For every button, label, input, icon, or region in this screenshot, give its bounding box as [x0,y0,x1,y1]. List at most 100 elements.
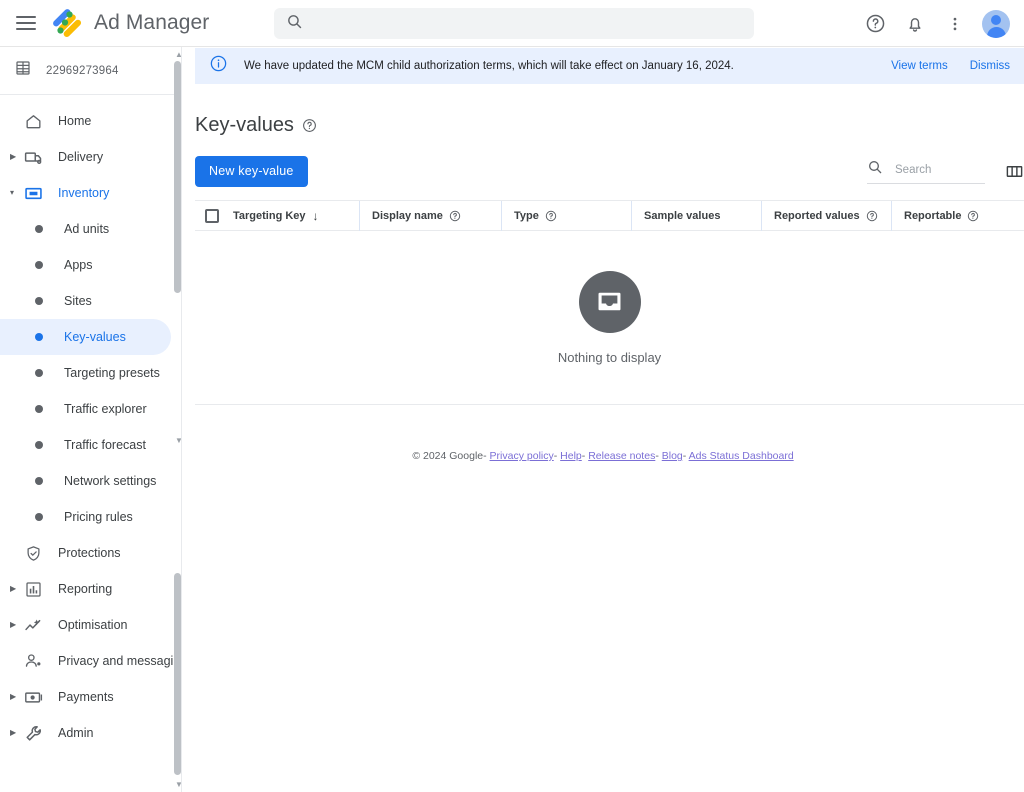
sidebar-item-pricing-rules[interactable]: Pricing rules [0,499,171,535]
user-avatar-icon[interactable] [982,9,1010,38]
sidebar-item-label: Inventory [58,186,110,200]
page-title: Key-values [195,114,294,136]
chevron-right-icon[interactable]: ▶ [10,153,20,161]
sidebar-item-label: Delivery [58,150,104,164]
account-id-label: 22969273964 [46,64,119,77]
inbox-icon [578,270,641,333]
sidebar-item-privacy-and-messaging[interactable]: Privacy and messaging [0,643,181,679]
dot-icon [28,362,50,384]
sidebar-item-payments[interactable]: ▶ Payments [0,679,171,715]
footer-link-blog[interactable]: Blog [662,450,683,462]
top-bar-actions [860,0,1010,47]
sidebar-item-label: Home [58,114,92,128]
copyright-text: © 2024 Google [412,450,484,462]
page-scrollbar-thumb[interactable] [174,573,181,775]
table-search-input[interactable] [893,162,979,177]
columns-icon[interactable] [1005,162,1024,181]
sidebar-item-sites[interactable]: Sites [0,283,171,319]
sidebar-item-optimisation[interactable]: ▶ Optimisation [0,607,171,643]
sidebar-item-targeting-presets[interactable]: Targeting presets [0,355,171,391]
scroll-down-arrow-icon[interactable]: ▼ [175,437,181,445]
help-circle-icon[interactable] [866,210,878,222]
footer-link-ads-status-dashboard[interactable]: Ads Status Dashboard [689,450,794,462]
help-circle-icon[interactable] [967,210,979,222]
truck-icon [22,146,44,168]
help-icon[interactable] [860,9,890,39]
sort-descending-icon[interactable]: ↓ [313,210,319,222]
sidebar-item-label: Apps [64,258,93,272]
ad-manager-logo-icon [50,6,84,40]
select-all-checkbox[interactable] [205,208,219,223]
sidebar-item-key-values[interactable]: Key-values [0,319,171,355]
bell-icon[interactable] [900,9,930,39]
dot-icon [28,506,50,528]
account-selector[interactable]: 22969273964 [0,47,181,95]
dot-icon [28,290,50,312]
table-header-display-name[interactable]: Display name [359,200,501,231]
column-label: Reported values [774,209,860,222]
footer-link-help[interactable]: Help [560,450,582,462]
sidebar-item-traffic-forecast[interactable]: Traffic forecast [0,427,171,463]
help-circle-icon[interactable] [302,118,317,133]
banner-message: We have updated the MCM child authorizat… [244,60,734,72]
column-label: Targeting Key [233,209,306,222]
sidebar-item-ad-units[interactable]: Ad units [0,211,171,247]
table-search-box[interactable] [867,158,985,184]
home-icon [22,110,44,132]
dot-icon [28,326,50,348]
chevron-right-icon[interactable]: ▶ [10,621,20,629]
sidebar-item-protections[interactable]: Protections [0,535,171,571]
chevron-right-icon[interactable]: ▶ [10,729,20,737]
sidebar-scrollbar-thumb[interactable] [174,61,181,293]
dismiss-banner-button[interactable]: Dismiss [970,60,1010,72]
main-content: We have updated the MCM child authorizat… [182,47,1024,792]
table-header-reported-values[interactable]: Reported values [761,200,891,231]
table-header-sample-values[interactable]: Sample values [631,200,761,231]
search-icon [867,159,883,180]
inventory-icon [22,182,44,204]
chevron-down-icon[interactable]: ▾ [10,189,20,197]
chevron-right-icon[interactable]: ▶ [10,585,20,593]
wrench-icon [22,722,44,744]
help-circle-icon[interactable] [545,210,557,222]
scroll-up-arrow-icon[interactable]: ▲ [175,51,181,59]
person-icon [22,650,44,672]
global-search-input[interactable] [315,15,715,32]
sidebar-item-reporting[interactable]: ▶ Reporting [0,571,171,607]
table-header-targeting-key[interactable]: Targeting Key ↓ [195,201,359,231]
sidebar-item-label: Reporting [58,582,113,596]
column-label: Display name [372,209,443,222]
dot-icon [28,218,50,240]
sidebar-item-home[interactable]: Home [0,103,171,139]
sidebar: 22969273964 Home ▶ Delivery ▾ Inventory … [0,47,182,792]
shield-icon [22,542,44,564]
new-key-value-button[interactable]: New key-value [195,155,308,187]
sidebar-item-label: Protections [58,546,121,560]
sidebar-item-network-settings[interactable]: Network settings [0,463,171,499]
chevron-right-icon[interactable]: ▶ [10,693,20,701]
sidebar-item-admin[interactable]: ▶ Admin [0,715,171,751]
more-vertical-icon[interactable] [940,9,970,39]
table-header-row: Targeting Key ↓ Display name Type Sample… [195,200,1024,231]
footer-separator: - [655,450,659,462]
dot-icon [28,470,50,492]
sidebar-item-inventory[interactable]: ▾ Inventory [0,175,171,211]
dot-icon [28,254,50,276]
hamburger-menu-icon[interactable] [16,12,38,34]
page-scroll-down-arrow-icon[interactable]: ▼ [175,781,181,789]
sidebar-item-apps[interactable]: Apps [0,247,171,283]
building-icon [14,59,32,82]
sidebar-item-delivery[interactable]: ▶ Delivery [0,139,171,175]
app-title: Ad Manager [94,11,210,34]
app-root: Ad Manager 22969273964 Home ▶ Delivery ▾… [0,0,1024,792]
footer-link-privacy-policy[interactable]: Privacy policy [490,450,554,462]
table-header-type[interactable]: Type [501,200,631,231]
footer: © 2024 Google- Privacy policy- Help- Rel… [182,450,1024,462]
footer-link-release-notes[interactable]: Release notes [588,450,655,462]
global-search-box[interactable] [274,8,754,39]
view-terms-link[interactable]: View terms [891,60,948,72]
empty-state-text: Nothing to display [557,349,662,365]
table-header-reportable[interactable]: Reportable [891,200,1024,231]
help-circle-icon[interactable] [449,210,461,222]
sidebar-item-traffic-explorer[interactable]: Traffic explorer [0,391,171,427]
